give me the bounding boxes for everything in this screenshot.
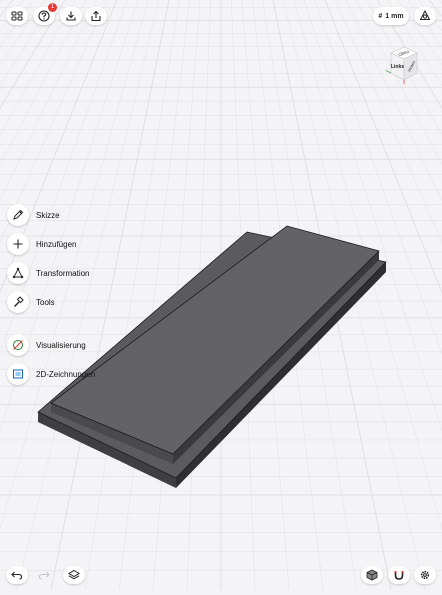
cube-shaded-icon bbox=[366, 569, 378, 581]
menu-item-sketch[interactable]: Skizze bbox=[7, 204, 60, 226]
sketch-button[interactable] bbox=[7, 204, 29, 226]
menu-item-label: Tools bbox=[36, 297, 55, 307]
view-settings-button[interactable] bbox=[414, 7, 436, 25]
menu-item-label: Visualisierung bbox=[36, 340, 86, 350]
visualize-icon bbox=[13, 340, 23, 350]
menu-item-transformation[interactable]: Transformation bbox=[7, 262, 90, 284]
magnet-icon bbox=[394, 571, 404, 580]
gear-icon bbox=[420, 570, 430, 580]
redo-button[interactable] bbox=[33, 566, 55, 584]
2d-drawings-button[interactable] bbox=[7, 363, 29, 385]
menu-item-label: Transformation bbox=[36, 268, 90, 278]
3d-model[interactable] bbox=[37, 225, 387, 488]
menu-item-2d-drawings[interactable]: 2D-Zeichnungen bbox=[7, 363, 95, 385]
pen-icon bbox=[13, 209, 24, 220]
share-icon bbox=[91, 10, 101, 22]
download-icon bbox=[66, 11, 76, 21]
viewport-canvas[interactable] bbox=[0, 0, 442, 591]
grid-size-value: 1 mm bbox=[385, 12, 404, 20]
menu-item-visualization[interactable]: Visualisierung bbox=[7, 334, 86, 356]
render-mode-button[interactable] bbox=[361, 566, 383, 584]
menu-item-label: Hinzufügen bbox=[36, 239, 77, 249]
layers-icon bbox=[68, 569, 80, 580]
3d-viewport[interactable] bbox=[0, 0, 442, 591]
perspective-icon bbox=[419, 10, 431, 20]
notification-badge: 1 bbox=[48, 3, 57, 12]
redo-icon bbox=[38, 571, 50, 580]
undo-button[interactable] bbox=[6, 566, 28, 584]
grid-apps-icon bbox=[11, 11, 23, 21]
question-icon bbox=[38, 10, 50, 22]
apps-button[interactable] bbox=[6, 7, 28, 25]
add-button[interactable] bbox=[7, 233, 29, 255]
menu-item-add[interactable]: Hinzufügen bbox=[7, 233, 76, 255]
visualization-button[interactable] bbox=[7, 334, 29, 356]
plus-icon bbox=[13, 239, 23, 249]
snap-button[interactable] bbox=[388, 566, 410, 584]
layers-button[interactable] bbox=[63, 566, 85, 584]
settings-button[interactable] bbox=[414, 566, 436, 584]
menu-item-tools[interactable]: Tools bbox=[7, 291, 55, 313]
view-cube-left-label: Links bbox=[391, 64, 404, 70]
hammer-icon bbox=[14, 296, 24, 307]
view-cube-y-label: Y bbox=[385, 68, 388, 73]
view-cube-graphic: Oben Links Hinten Y bbox=[385, 46, 418, 84]
undo-icon bbox=[11, 571, 23, 580]
tools-button[interactable] bbox=[7, 291, 29, 313]
transform-icon bbox=[12, 267, 24, 279]
drawing-icon bbox=[13, 369, 23, 379]
grid-hash-icon: # bbox=[378, 12, 383, 20]
grid-size-button[interactable]: # 1 mm bbox=[373, 7, 409, 25]
menu-item-label: Skizze bbox=[36, 210, 60, 220]
menu-item-label: 2D-Zeichnungen bbox=[36, 369, 96, 379]
share-button[interactable] bbox=[85, 7, 107, 25]
view-cube[interactable]: Oben Links Hinten Y bbox=[384, 44, 424, 91]
download-button[interactable] bbox=[60, 7, 82, 25]
transformation-button[interactable] bbox=[7, 262, 29, 284]
